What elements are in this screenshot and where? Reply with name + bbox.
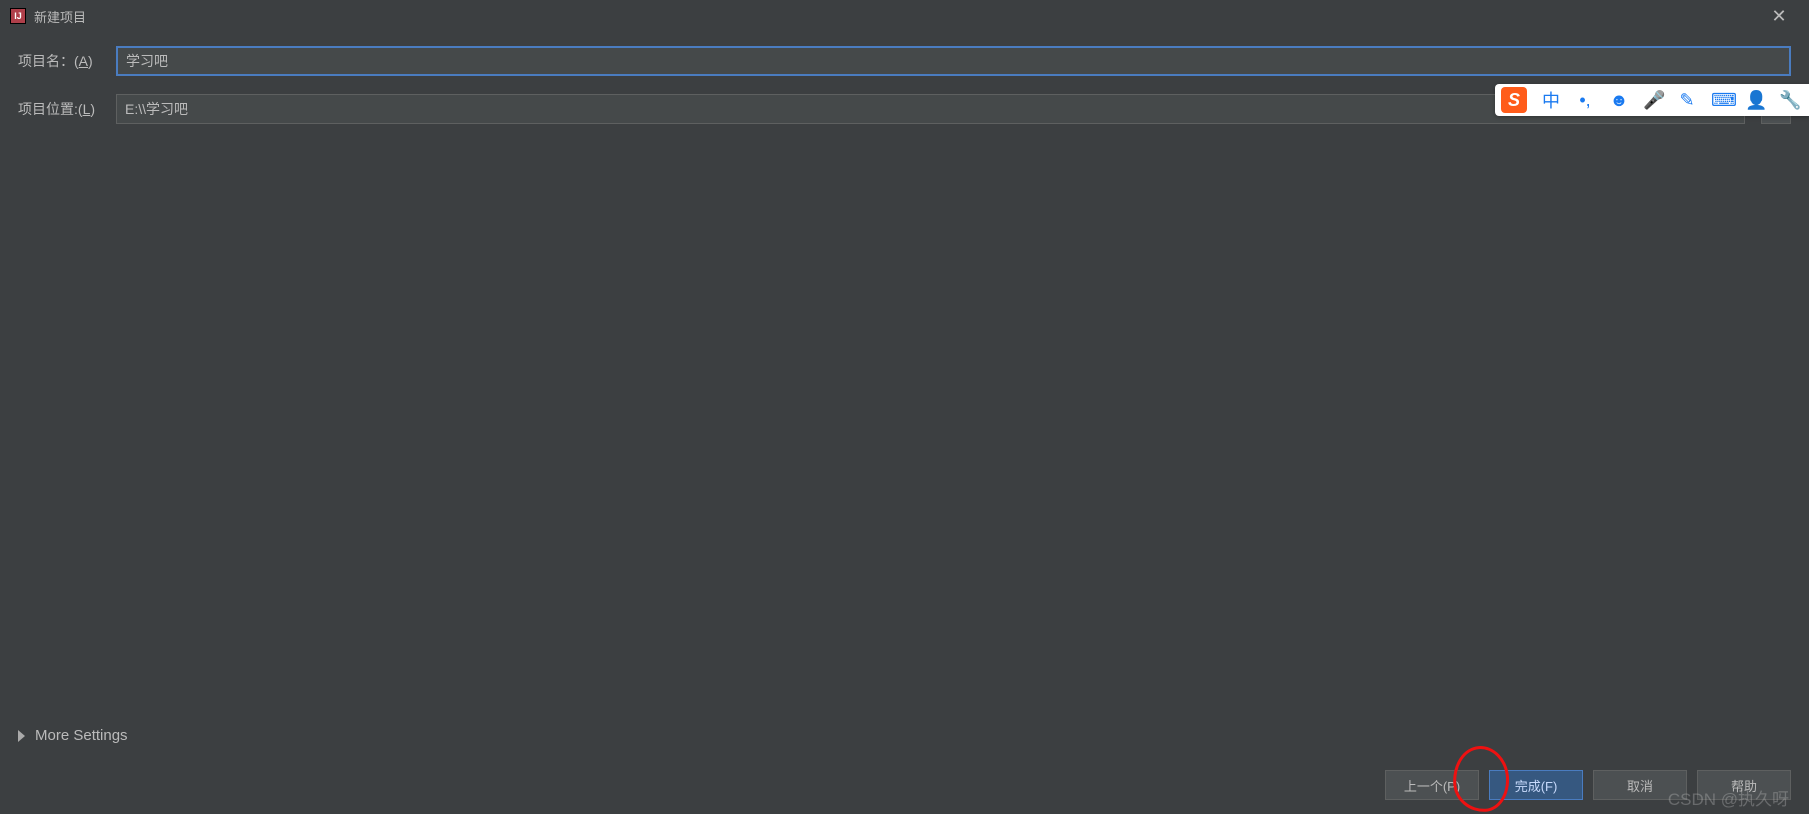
- button-label: 上一个(P): [1404, 776, 1460, 795]
- label-text: ): [88, 53, 93, 69]
- button-label: 帮助: [1731, 776, 1757, 795]
- app-icon: IJ: [10, 8, 26, 24]
- project-name-label: 项目名：(A): [18, 51, 106, 71]
- ime-settings-icon[interactable]: 🔧: [1779, 90, 1799, 111]
- ime-user-icon[interactable]: 👤: [1745, 90, 1765, 111]
- project-name-input[interactable]: [116, 46, 1791, 76]
- ime-toolbar: S 中 •, ☻ 🎤 ✎ ⌨ 👤 🔧: [1495, 84, 1809, 116]
- previous-button[interactable]: 上一个(P): [1385, 770, 1479, 800]
- button-label: 取消: [1627, 776, 1653, 795]
- button-bar: 上一个(P) 完成(F) 取消 帮助: [1385, 770, 1791, 800]
- chevron-right-icon: [18, 730, 25, 742]
- ime-emoji-icon[interactable]: ☻: [1609, 90, 1629, 111]
- mnemonic: A: [79, 53, 88, 69]
- label-text: ): [90, 101, 95, 117]
- label-text: 项目位置:(: [18, 101, 83, 117]
- ime-punct-icon[interactable]: •,: [1575, 90, 1595, 111]
- ime-lang-icon[interactable]: 中: [1541, 87, 1561, 113]
- more-settings-label: More Settings: [35, 727, 128, 744]
- ime-skin-icon[interactable]: ✎: [1677, 90, 1697, 111]
- more-settings-toggle[interactable]: More Settings: [18, 727, 128, 744]
- button-label: 完成(F): [1515, 776, 1558, 795]
- titlebar: IJ 新建项目 ✕: [0, 0, 1809, 32]
- cancel-button[interactable]: 取消: [1593, 770, 1687, 800]
- window-title: 新建项目: [34, 7, 86, 26]
- project-location-label: 项目位置:(L): [18, 99, 106, 119]
- help-button[interactable]: 帮助: [1697, 770, 1791, 800]
- finish-button[interactable]: 完成(F): [1489, 770, 1583, 800]
- label-text: 项目名：(: [18, 53, 79, 69]
- project-name-row: 项目名：(A): [18, 46, 1791, 76]
- close-icon[interactable]: ✕: [1759, 3, 1799, 29]
- ime-keyboard-icon[interactable]: ⌨: [1711, 90, 1731, 111]
- ime-logo-icon[interactable]: S: [1501, 87, 1527, 113]
- titlebar-left: IJ 新建项目: [10, 7, 86, 26]
- ime-voice-icon[interactable]: 🎤: [1643, 90, 1663, 111]
